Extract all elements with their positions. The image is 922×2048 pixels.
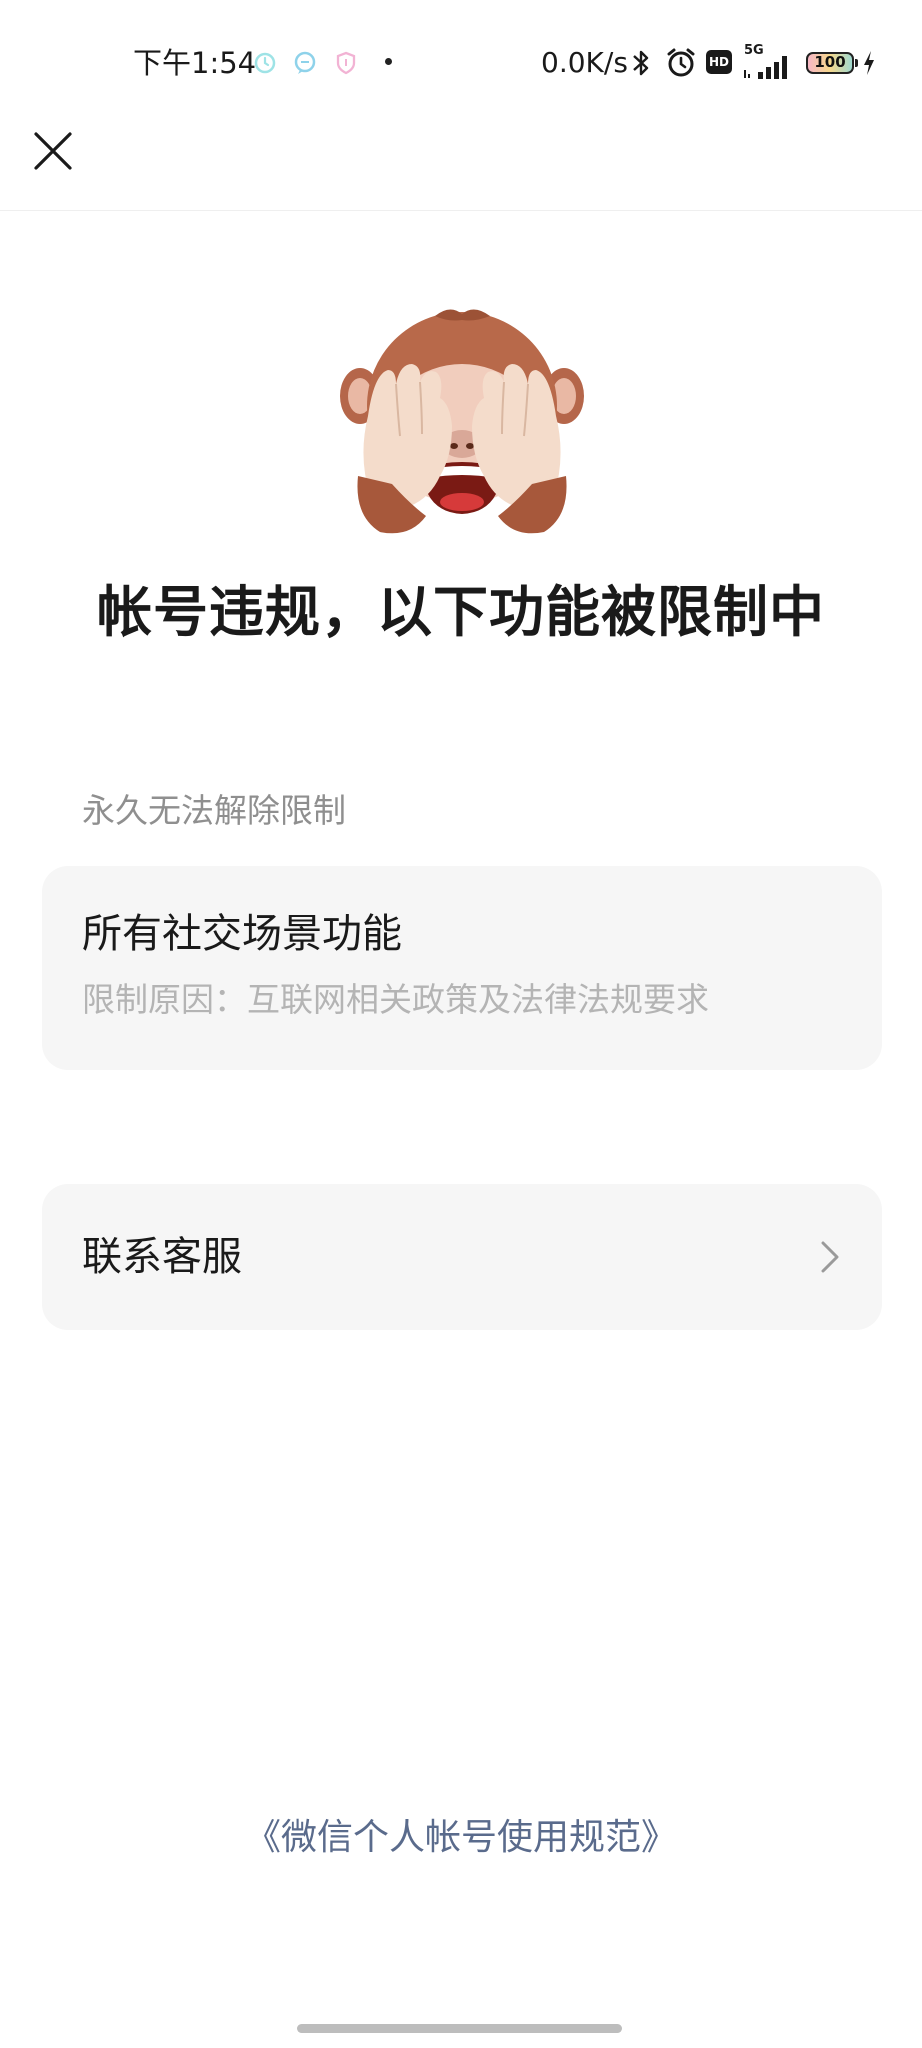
hd-voice-icon: HD (706, 50, 732, 74)
restriction-section-label: 永久无法解除限制 (82, 791, 346, 830)
page-title: 帐号违规，以下功能被限制中 (96, 580, 825, 644)
restriction-reason: 限制原因：互联网相关政策及法律法规要求 (82, 980, 709, 1019)
status-bar: 下午1:54 0.0K/s HD 5G 100 (0, 0, 922, 124)
message-notification-icon (294, 51, 316, 74)
close-icon (34, 132, 72, 170)
close-button[interactable] (28, 126, 78, 176)
bluetooth-icon (633, 50, 649, 76)
status-time: 下午1:54 (133, 46, 257, 80)
charging-icon (864, 51, 874, 75)
see-no-evil-monkey-icon (340, 309, 584, 534)
account-policy-link[interactable]: 《微信个人帐号使用规范》 (0, 1810, 922, 1866)
clock-notification-icon (254, 52, 276, 74)
nav-divider (0, 210, 922, 211)
contact-support-button[interactable]: 联系客服 (42, 1184, 882, 1330)
network-speed: 0.0K/s (541, 46, 628, 79)
restriction-card: 所有社交场景功能 限制原因：互联网相关政策及法律法规要求 (42, 866, 882, 1070)
contact-support-label: 联系客服 (82, 1234, 242, 1280)
restricted-feature-title: 所有社交场景功能 (82, 911, 402, 957)
chevron-right-icon (821, 1241, 839, 1273)
battery-icon: 100 (806, 52, 858, 74)
cellular-signal-icon: 5G (742, 44, 798, 82)
alarm-icon (667, 48, 695, 77)
more-notifications-dot (385, 58, 392, 65)
home-indicator[interactable] (297, 2024, 622, 2033)
shield-notification-icon (336, 51, 356, 75)
